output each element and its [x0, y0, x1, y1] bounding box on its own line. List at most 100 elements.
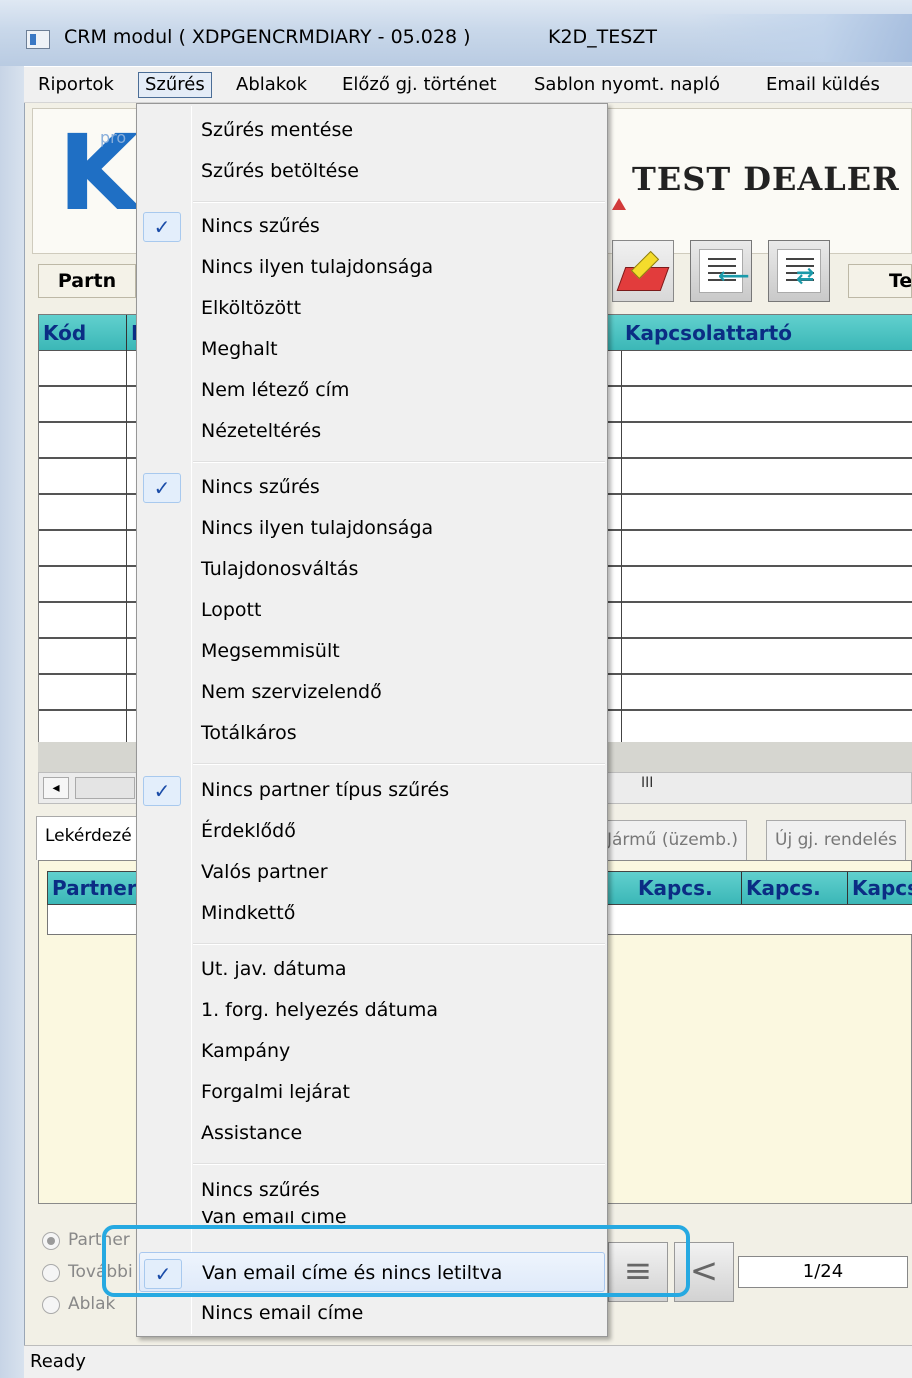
right-label: Te [889, 270, 912, 292]
logo-small-text: pro [100, 128, 127, 147]
list-import-icon: ⟵ [699, 249, 750, 293]
right-label-box: Te [848, 264, 912, 298]
menu-szures[interactable]: Szűrés [138, 72, 212, 98]
menu-email-kuldes[interactable]: Email küldés [760, 72, 886, 98]
menu-separator [193, 461, 605, 463]
menu-item-szures-betoltese[interactable]: Szűrés betöltése [139, 151, 605, 191]
menu-bar: Riportok Szűrés Ablakok Előző gj. történ… [24, 67, 912, 103]
menu-separator [193, 943, 605, 945]
menu-item-forg-helyezes-datuma[interactable]: 1. forg. helyezés dátuma [139, 990, 605, 1030]
menu-sablon-nyomt-naplo[interactable]: Sablon nyomt. napló [528, 72, 726, 98]
menu-item-label: Kampány [201, 1040, 291, 1062]
scroll-thumb[interactable] [75, 777, 135, 799]
menu-item-label: Totálkáros [201, 722, 297, 744]
menu-item-forgalmi-lejarat[interactable]: Forgalmi lejárat [139, 1072, 605, 1112]
menu-item-label: Elköltözött [201, 297, 302, 319]
swap-button[interactable]: ⇄ [768, 240, 830, 302]
grid-col-kod[interactable]: Kód [39, 315, 127, 351]
menu-item-label: Érdeklődő [201, 820, 296, 842]
menu-item-meghalt[interactable]: Meghalt [139, 329, 605, 369]
menu-item-szures-mentese[interactable]: Szűrés mentése [139, 110, 605, 150]
page-indicator: 1/24 [738, 1256, 908, 1288]
menu-item-valos-partner[interactable]: Valós partner [139, 852, 605, 892]
app-icon[interactable] [26, 30, 50, 49]
menu-item-assistance[interactable]: Assistance [139, 1113, 605, 1153]
partner-label: Partn [38, 264, 136, 298]
menu-item-label: Mindkettő [201, 902, 296, 924]
menu-item-label: Nem szervizelendő [201, 681, 382, 703]
menu-separator [193, 763, 605, 765]
grid-col-divider [126, 351, 127, 743]
menu-item-lopott[interactable]: Lopott [139, 590, 605, 630]
title-bar: CRM modul ( XDPGENCRMDIARY - 05.028 ) K2… [0, 0, 912, 66]
scroll-grip: III [641, 775, 654, 791]
menu-item-label: Nincs szűrés [201, 476, 320, 498]
menu-item-megsemmisult[interactable]: Megsemmisült [139, 631, 605, 671]
title-glow [690, 14, 912, 62]
menu-item-nezeteltures[interactable]: Nézeteltérés [139, 411, 605, 451]
radio-ablak-label: Ablak [68, 1294, 116, 1314]
radio-tovabbi[interactable] [42, 1264, 60, 1282]
menu-item-nincs-szures-2[interactable]: ✓ Nincs szűrés [139, 467, 605, 507]
menu-item-totalkaros[interactable]: Totálkáros [139, 713, 605, 753]
menu-item-kampany[interactable]: Kampány [139, 1031, 605, 1071]
tab-lekerdezes[interactable]: Lekérdezé [36, 816, 141, 860]
menu-item-label: Nem létező cím [201, 379, 350, 401]
lower-col-kapcs-2[interactable]: Kapcs. [742, 872, 848, 904]
grid-col-kapcsolattarto[interactable]: Kapcsolattartó [621, 315, 912, 351]
szures-dropdown-menu: Szűrés mentése Szűrés betöltése ✓ Nincs s… [136, 103, 608, 1337]
menu-item-mindketto[interactable]: Mindkettő [139, 893, 605, 933]
radio-ablak[interactable] [42, 1296, 60, 1314]
arrow-swap-icon: ⇄ [796, 264, 815, 289]
menu-separator [193, 1163, 605, 1165]
menu-item-erdeklodo[interactable]: Érdeklődő [139, 811, 605, 851]
menu-item-label: Szűrés mentése [201, 119, 354, 141]
edit-button[interactable] [612, 240, 674, 302]
menu-item-label: Nincs ilyen tulajdonsága [201, 256, 434, 278]
menu-item-label: Nincs email címe [201, 1302, 364, 1324]
menu-elozo-gj-tortenet[interactable]: Előző gj. történet [336, 72, 503, 98]
menu-item-label: Nézeteltérés [201, 420, 322, 442]
menu-item-label: Nincs ilyen tulajdonsága [201, 517, 434, 539]
menu-item-label: 1. forg. helyezés dátuma [201, 999, 438, 1021]
lower-col-kapcs-3[interactable]: Kapcs [848, 872, 912, 904]
menu-item-nincs-szures-3[interactable]: Nincs szűrés [139, 1170, 605, 1210]
menu-item-nincs-szures-1[interactable]: ✓ Nincs szűrés [139, 206, 605, 246]
menu-item-label: Forgalmi lejárat [201, 1081, 350, 1103]
status-bar: Ready [24, 1345, 912, 1378]
status-text: Ready [30, 1351, 86, 1372]
window-title: CRM modul ( XDPGENCRMDIARY - 05.028 ) [64, 26, 471, 48]
menu-item-nem-szervizelendo[interactable]: Nem szervizelendő [139, 672, 605, 712]
menu-item-nincs-email-cime[interactable]: Nincs email címe [139, 1293, 605, 1333]
menu-riportok[interactable]: Riportok [32, 72, 120, 98]
tab-uj-gj-rendeles[interactable]: Új gj. rendelés [766, 820, 907, 860]
menu-item-label: Lopott [201, 599, 262, 621]
menu-separator [193, 201, 605, 203]
menu-item-ut-jav-datuma[interactable]: Ut. jav. dátuma [139, 949, 605, 989]
grid-col-divider [621, 351, 622, 743]
menu-item-label: Megsemmisült [201, 640, 340, 662]
menu-item-tulajdonosvaltas[interactable]: Tulajdonosváltás [139, 549, 605, 589]
menu-ablakok[interactable]: Ablakok [230, 72, 313, 98]
window-subtitle: K2D_TESZT [548, 26, 657, 48]
menu-item-label: Nincs szűrés [201, 1179, 320, 1201]
menu-item-label: Nincs szűrés [201, 215, 320, 237]
lower-col-partner[interactable]: Partner [48, 872, 144, 904]
window-frame-left [0, 66, 24, 1378]
menu-item-label: Szűrés betöltése [201, 160, 359, 182]
scroll-left-icon[interactable]: ◂ [43, 777, 69, 799]
menu-item-nincs-ilyen-tulajdonsaga-1[interactable]: Nincs ilyen tulajdonsága [139, 247, 605, 287]
menu-item-nincs-ilyen-tulajdonsaga-2[interactable]: Nincs ilyen tulajdonsága [139, 508, 605, 548]
menu-item-label: Meghalt [201, 338, 278, 360]
menu-item-nincs-partner-tipus-szures[interactable]: ✓ Nincs partner típus szűrés [139, 770, 605, 810]
radio-partner[interactable] [42, 1232, 60, 1250]
menu-item-label: Ut. jav. dátuma [201, 958, 347, 980]
menu-item-nem-letezo-cim[interactable]: Nem létező cím [139, 370, 605, 410]
arrow-left-icon: ⟵ [718, 264, 750, 289]
lower-col-kapcs-1[interactable]: Kapcs. [634, 872, 742, 904]
import-left-button[interactable]: ⟵ [690, 240, 752, 302]
check-icon: ✓ [143, 212, 181, 242]
menu-item-elkoltozott[interactable]: Elköltözött [139, 288, 605, 328]
list-swap-icon: ⇄ [777, 249, 821, 293]
tab-jarmu[interactable]: Jármű (üzemb.) [598, 820, 748, 860]
